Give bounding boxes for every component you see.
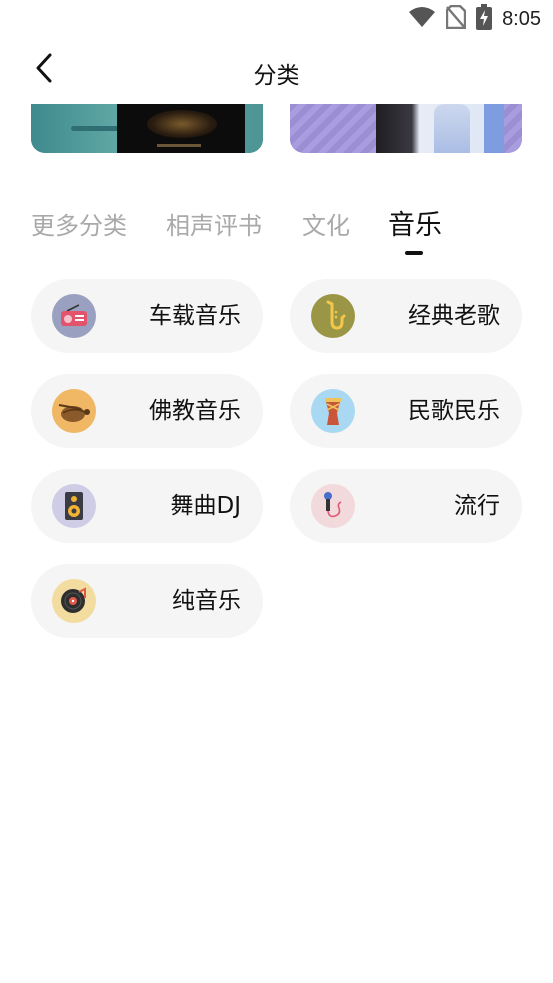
poster-figure — [434, 104, 470, 153]
banner-decoration — [71, 126, 119, 131]
tab-culture[interactable]: 文化 — [302, 206, 350, 241]
category-label: 民歌民乐 — [408, 398, 500, 424]
category-pure-music[interactable]: 纯音乐 — [31, 564, 263, 638]
radio-icon — [52, 294, 96, 338]
category-dance-dj[interactable]: 舞曲DJ — [31, 469, 263, 543]
status-time: 8:05 — [502, 7, 541, 30]
category-classic-oldies[interactable]: 经典老歌 — [290, 279, 522, 353]
category-label: 佛教音乐 — [149, 398, 241, 424]
category-label: 纯音乐 — [172, 588, 241, 614]
drum-icon — [311, 389, 355, 433]
microphone-icon — [311, 484, 355, 528]
category-car-music[interactable]: 车载音乐 — [31, 279, 263, 353]
status-icons: 8:05 — [408, 4, 541, 34]
page-title: 分类 — [253, 63, 300, 89]
status-bar: 8:05 — [0, 0, 553, 40]
poster-line — [157, 144, 201, 147]
speaker-icon — [52, 484, 96, 528]
saxophone-icon — [311, 294, 355, 338]
category-label: 车载音乐 — [149, 303, 241, 329]
banner-card-left[interactable] — [31, 104, 263, 153]
category-label: 经典老歌 — [408, 303, 500, 329]
tab-crosstalk-storytelling[interactable]: 相声评书 — [166, 206, 262, 241]
tab-more-categories[interactable]: 更多分类 — [31, 206, 127, 241]
no-sim-icon — [445, 4, 467, 33]
category-pop[interactable]: 流行 — [290, 469, 522, 543]
banner-poster-image — [117, 104, 245, 153]
banner-card-right[interactable] — [290, 104, 522, 153]
active-tab-indicator — [405, 251, 423, 255]
category-folk-music[interactable]: 民歌民乐 — [290, 374, 522, 448]
banner-poster-image — [376, 104, 504, 153]
category-tabs: 更多分类 相声评书 文化 音乐 — [31, 206, 531, 262]
banner-row — [31, 104, 522, 154]
category-label: 流行 — [454, 493, 500, 519]
poster-edge — [484, 104, 504, 153]
battery-charging-icon — [476, 4, 493, 34]
tab-music[interactable]: 音乐 — [388, 203, 442, 242]
category-label: 舞曲DJ — [170, 493, 242, 519]
muyu-icon — [52, 389, 96, 433]
category-buddhist-music[interactable]: 佛教音乐 — [31, 374, 263, 448]
vinyl-record-icon — [52, 579, 96, 623]
poster-glow — [147, 110, 217, 138]
wifi-icon — [408, 6, 436, 32]
header: 分类 — [0, 44, 553, 98]
